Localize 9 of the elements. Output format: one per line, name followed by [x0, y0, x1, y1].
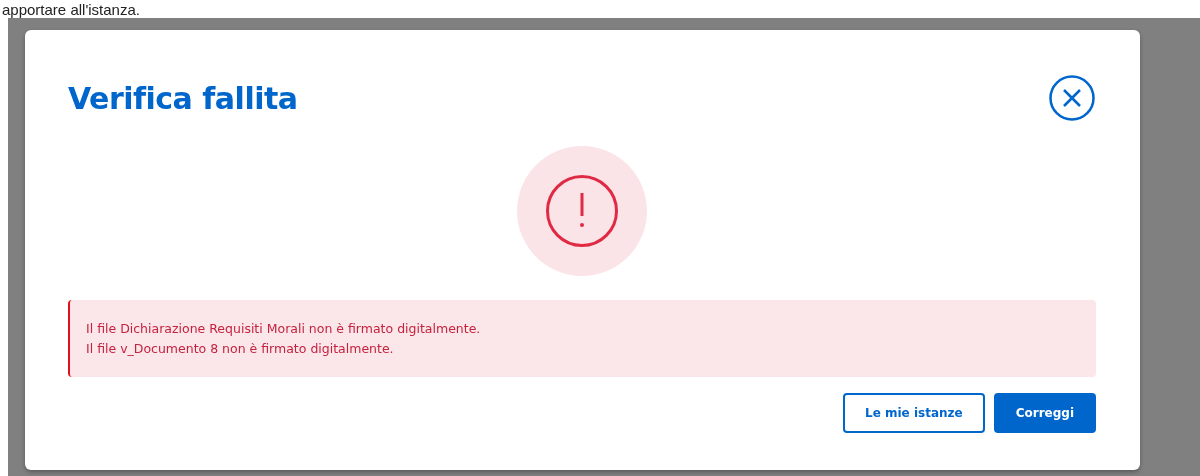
close-icon: [1048, 74, 1096, 122]
error-message: Il file v_Documento 8 non è firmato digitalmente.: [86, 341, 395, 356]
exclamation-icon: [545, 174, 619, 248]
my-applications-button[interactable]: Le mie istanze: [843, 393, 985, 433]
correct-button[interactable]: Correggi: [993, 393, 1096, 433]
page-text: apportare all'istanza.: [2, 0, 140, 18]
error-message: Il file Dichiarazione Requisiti Morali non è firmato digitalmente.: [86, 321, 482, 336]
close-button[interactable]: [1048, 74, 1096, 122]
dialog-title: Verifica fallita: [68, 80, 298, 116]
